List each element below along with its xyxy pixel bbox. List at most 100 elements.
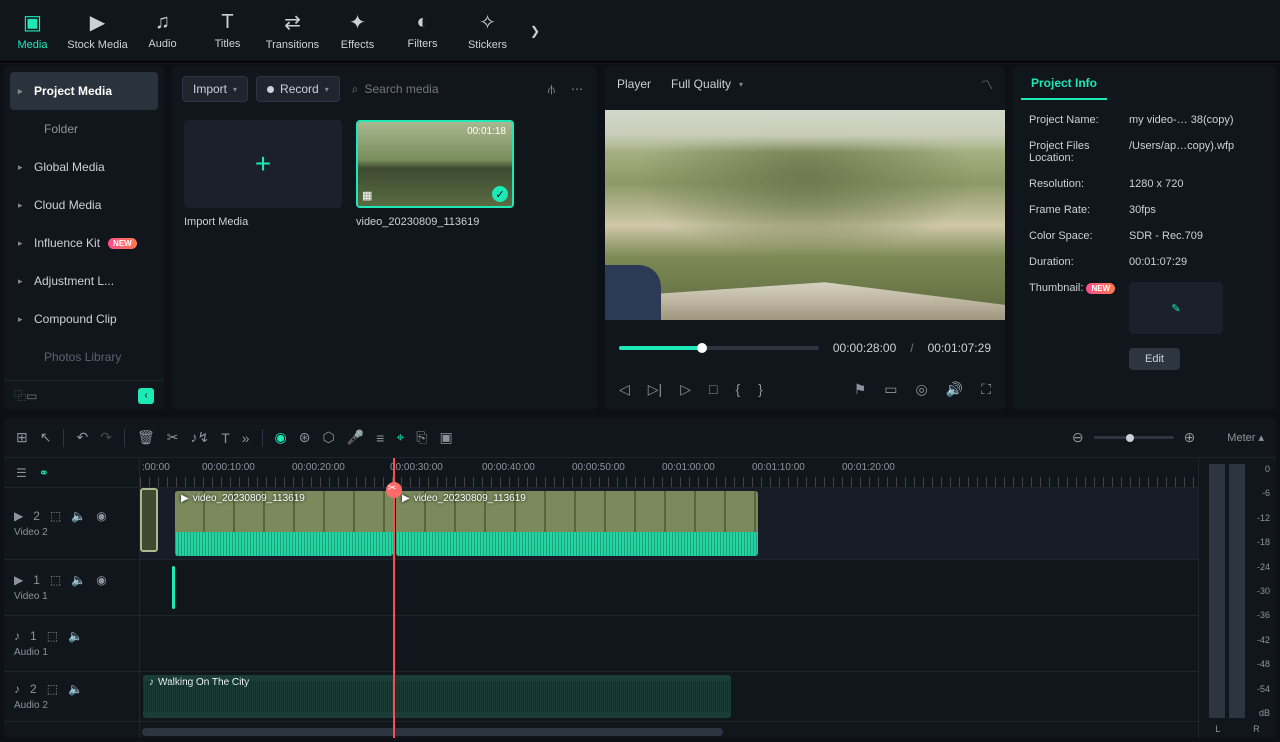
- lock-icon[interactable]: ⬚: [50, 573, 61, 587]
- eye-icon[interactable]: ◉: [96, 509, 106, 523]
- zoom-out-icon[interactable]: ⊖: [1072, 429, 1084, 446]
- pointer-tool-icon[interactable]: ↖: [40, 429, 52, 446]
- caret-icon: ▸: [18, 162, 26, 173]
- snap-icon[interactable]: ⌖: [396, 429, 404, 446]
- track-header-audio1[interactable]: ♪1⬚🔈 Audio 1: [4, 616, 139, 672]
- play-icon[interactable]: ▷: [680, 381, 691, 398]
- media-clip-card[interactable]: 00:01:18 ▦ video_20230809_113619: [356, 120, 514, 402]
- tab-stickers[interactable]: ✧ Stickers: [455, 0, 520, 61]
- lock-icon[interactable]: ⬚: [47, 629, 58, 643]
- timeline-ruler[interactable]: :00:00 00:00:10:00 00:00:20:00 00:00:30:…: [140, 458, 1198, 488]
- filter-icon[interactable]: ⫛: [544, 78, 559, 101]
- tab-titles[interactable]: T Titles: [195, 0, 260, 61]
- more-tools-icon[interactable]: »: [242, 430, 250, 446]
- play-backward-icon[interactable]: ▷|: [648, 381, 662, 398]
- sidebar-item-global-media[interactable]: ▸ Global Media: [4, 148, 164, 186]
- sidebar-item-project-media[interactable]: ▸ Project Media: [10, 72, 158, 110]
- meter-bar-right: [1229, 464, 1245, 718]
- sidebar-item-influence-kit[interactable]: ▸ Influence Kit NEW: [4, 224, 164, 262]
- mark-out-icon[interactable]: }: [758, 381, 763, 397]
- sidebar-item-cloud-media[interactable]: ▸ Cloud Media: [4, 186, 164, 224]
- marker-icon[interactable]: ⚑: [854, 381, 867, 398]
- preview-viewport[interactable]: [605, 110, 1005, 320]
- layout-icon[interactable]: ⊞: [16, 429, 28, 446]
- zoom-in-icon[interactable]: ⊕: [1184, 429, 1196, 446]
- sidebar-item-compound-clip[interactable]: ▸ Compound Clip: [4, 300, 164, 338]
- undo-icon[interactable]: ↶: [76, 429, 88, 446]
- thumbnail-preview[interactable]: ✎: [1129, 282, 1223, 334]
- import-media-card[interactable]: + Import Media: [184, 120, 342, 402]
- tab-media[interactable]: ▣ Media: [0, 0, 65, 61]
- search-media[interactable]: ⌕: [348, 82, 536, 97]
- zoom-slider[interactable]: [1094, 436, 1174, 439]
- sidebar-item-photos-library[interactable]: Photos Library: [4, 338, 164, 376]
- meter-bar-left: [1209, 464, 1225, 718]
- tab-effects[interactable]: ✦ Effects: [325, 0, 390, 61]
- meter-toggle[interactable]: Meter ▴: [1227, 431, 1264, 444]
- stop-icon[interactable]: □: [709, 381, 717, 397]
- timeline-audio-clip[interactable]: ♪Walking On The City: [143, 675, 731, 718]
- text-icon[interactable]: T: [221, 430, 230, 446]
- mute-icon[interactable]: 🔈: [68, 629, 83, 643]
- sidebar-item-folder[interactable]: Folder: [4, 110, 164, 148]
- edit-button[interactable]: Edit: [1129, 348, 1180, 370]
- list-icon[interactable]: ≡: [376, 430, 384, 446]
- marker-tool-icon[interactable]: ⬡: [323, 429, 335, 446]
- project-info-tab[interactable]: Project Info: [1021, 68, 1107, 100]
- timeline-scrollbar[interactable]: [142, 728, 1198, 736]
- display-icon[interactable]: ▭: [884, 381, 897, 398]
- transitions-icon: ⇄: [284, 10, 301, 35]
- search-input[interactable]: [364, 82, 531, 96]
- snapshot-icon[interactable]: ◎: [916, 381, 928, 398]
- timeline-clip[interactable]: ▶video_20230809_113619: [175, 491, 393, 556]
- split-icon[interactable]: ✂: [167, 429, 179, 446]
- track-audio1[interactable]: [140, 616, 1198, 672]
- track-header-audio2[interactable]: ♪2⬚🔈 Audio 2: [4, 672, 139, 722]
- mute-icon[interactable]: 🔈: [71, 573, 86, 587]
- scopes-icon[interactable]: 〽: [981, 76, 993, 93]
- tab-transitions[interactable]: ⇄ Transitions: [260, 0, 325, 61]
- mark-in-icon[interactable]: {: [735, 381, 740, 397]
- adjust-icon[interactable]: ▣: [439, 429, 452, 446]
- main-toolbar: ▣ Media ▶ Stock Media ♫ Audio T Titles ⇄…: [0, 0, 1280, 62]
- quality-dropdown[interactable]: Full Quality ▾: [663, 73, 751, 95]
- ai-tool-icon[interactable]: ◉: [275, 429, 287, 446]
- new-folder-icon[interactable]: ⿻: [14, 387, 26, 404]
- track-header-video2[interactable]: ▶2⬚🔈◉ Video 2: [4, 488, 139, 560]
- mute-icon[interactable]: 🔈: [68, 682, 83, 696]
- playback-slider[interactable]: [619, 346, 819, 350]
- track-video1[interactable]: [140, 560, 1198, 616]
- mute-icon[interactable]: 🔈: [71, 509, 86, 523]
- playhead[interactable]: [393, 458, 395, 738]
- track-collapse-icon[interactable]: ☰: [16, 466, 27, 480]
- link-icon[interactable]: ⎘: [416, 429, 427, 446]
- tab-filters[interactable]: ◐ Filters: [390, 0, 455, 61]
- folder-icon[interactable]: ▭: [26, 389, 37, 403]
- audio-detach-icon[interactable]: ♪↯: [190, 429, 209, 446]
- lock-icon[interactable]: ⬚: [47, 682, 58, 696]
- more-icon[interactable]: ⋯: [567, 78, 587, 100]
- color-icon[interactable]: ⊛: [299, 429, 311, 446]
- sidebar-item-adjustment-layer[interactable]: ▸ Adjustment L...: [4, 262, 164, 300]
- redo-icon[interactable]: ↷: [100, 429, 112, 446]
- fullscreen-icon[interactable]: ⛶: [981, 381, 991, 398]
- eye-icon[interactable]: ◉: [96, 573, 106, 587]
- clip-handle[interactable]: [140, 488, 158, 552]
- tab-audio[interactable]: ♫ Audio: [130, 0, 195, 61]
- import-dropdown[interactable]: Import ▾: [182, 76, 248, 102]
- timeline-clip[interactable]: ▶video_20230809_113619: [396, 491, 758, 556]
- track-link-icon[interactable]: ⚭: [39, 466, 49, 480]
- track-header-video1[interactable]: ▶1⬚🔈◉ Video 1: [4, 560, 139, 616]
- record-dropdown[interactable]: Record ▾: [256, 76, 340, 102]
- tab-stock-media[interactable]: ▶ Stock Media: [65, 0, 130, 61]
- toolbar-more-button[interactable]: ❯: [520, 0, 550, 61]
- lock-icon[interactable]: ⬚: [50, 509, 61, 523]
- track-video2[interactable]: ▶video_20230809_113619 ▶video_20230809_1…: [140, 488, 1198, 560]
- collapse-sidebar-button[interactable]: ‹: [138, 388, 154, 404]
- clip-marker[interactable]: [172, 566, 175, 609]
- track-audio2[interactable]: ♪Walking On The City: [140, 672, 1198, 722]
- voice-icon[interactable]: 🎤: [347, 429, 364, 446]
- volume-icon[interactable]: 🔊: [946, 381, 963, 398]
- prev-frame-icon[interactable]: ◁: [619, 381, 630, 398]
- delete-icon[interactable]: 🗑: [137, 429, 155, 446]
